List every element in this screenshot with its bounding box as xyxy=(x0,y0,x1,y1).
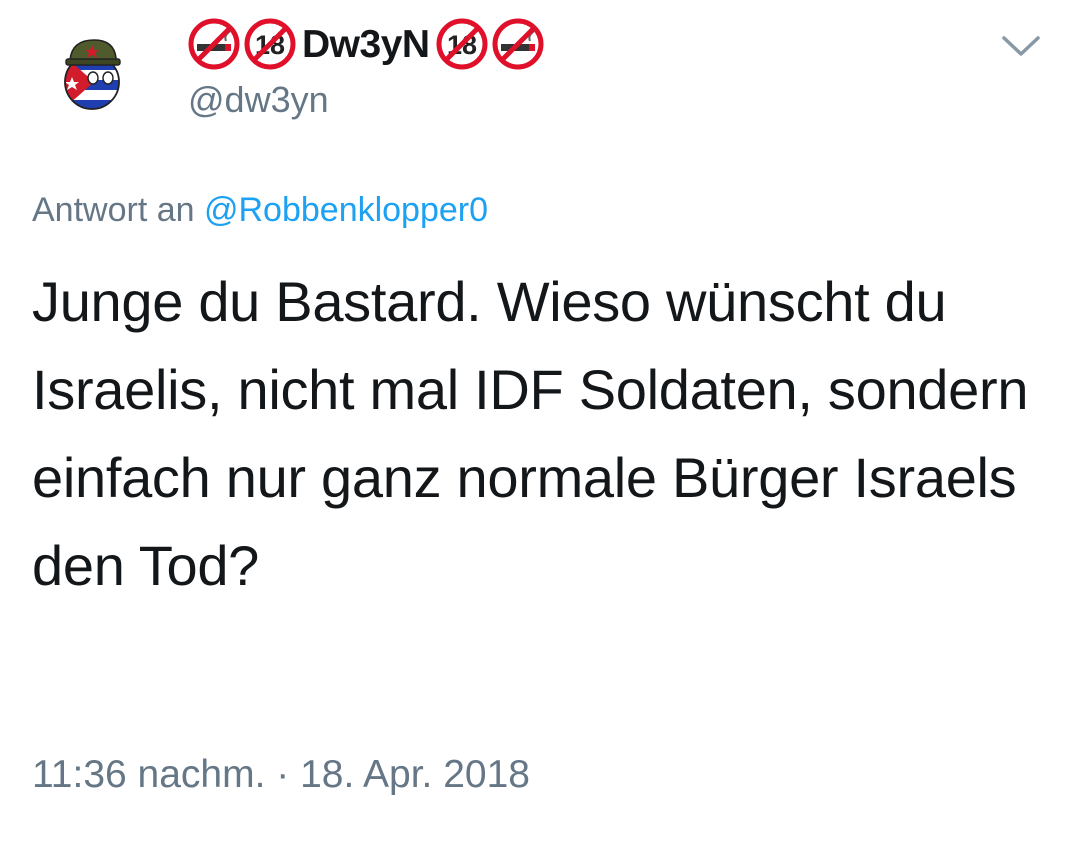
display-name[interactable]: Dw3yN xyxy=(302,25,430,64)
eighteen-plus-icon: 18 xyxy=(436,18,488,70)
reply-to-line: Antwort an @Robbenklopper0 xyxy=(32,190,488,231)
no-smoking-icon xyxy=(188,18,240,70)
cuba-countryball-avatar-icon[interactable] xyxy=(50,30,134,114)
reply-mention-link[interactable]: @Robbenklopper0 xyxy=(204,191,488,229)
tweet-timestamp[interactable]: 11:36 nachm. · 18. Apr. 2018 xyxy=(32,752,530,799)
tweet-card: 18 Dw3yN 18 @dw3yn Antwort an @Robbenklo… xyxy=(0,0,1080,850)
tweet-text: Junge du Bastard. Wieso wünscht du Israe… xyxy=(32,270,1029,597)
eighteen-plus-icon: 18 xyxy=(244,18,296,70)
no-smoking-icon xyxy=(492,18,544,70)
user-handle[interactable]: @dw3yn xyxy=(188,82,329,118)
reply-to-prefix: Antwort an xyxy=(32,191,195,229)
chevron-down-icon[interactable] xyxy=(998,30,1044,62)
display-name-row[interactable]: 18 Dw3yN 18 xyxy=(188,16,544,72)
